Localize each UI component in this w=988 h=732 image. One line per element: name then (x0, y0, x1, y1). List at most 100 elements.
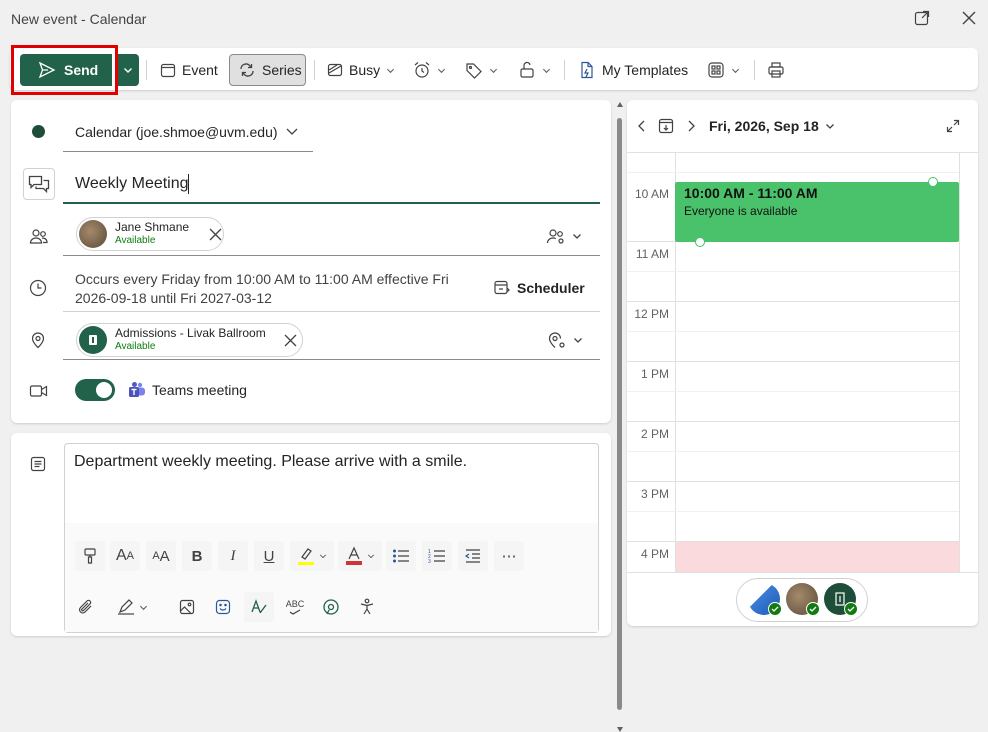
attendee-chip[interactable]: Jane Shmane Available (76, 217, 224, 251)
tag-icon (466, 63, 482, 79)
grid-line (627, 451, 959, 452)
document-lightning-icon (581, 61, 593, 79)
decrease-indent-icon[interactable] (458, 541, 488, 571)
my-templates-button[interactable]: My Templates (578, 54, 688, 86)
time-label: 12 PM (634, 307, 669, 321)
location-underline (63, 359, 600, 360)
font-size-icon[interactable]: AA (146, 541, 176, 571)
resize-handle-bottom[interactable] (695, 237, 705, 247)
attendees-underline (63, 255, 600, 256)
accessibility-icon[interactable] (352, 592, 382, 622)
event-button[interactable]: Event (160, 54, 218, 86)
print-button[interactable] (767, 54, 785, 86)
remove-icon[interactable] (209, 228, 222, 241)
scheduler-button[interactable]: Scheduler (493, 272, 585, 304)
repeat-icon (240, 63, 254, 77)
grid-line (627, 301, 959, 302)
chevron-down-icon (489, 68, 498, 73)
send-highlight-outline (11, 45, 118, 95)
location-pin-icon (31, 332, 45, 349)
expand-icon[interactable] (946, 119, 960, 133)
resize-handle-top[interactable] (928, 177, 938, 187)
grid-right-border (959, 153, 960, 572)
chevron-down-icon[interactable] (285, 126, 299, 138)
calendar-selector[interactable]: Calendar (joe.shmoe@uvm.edu) (75, 124, 278, 140)
printer-icon (768, 62, 784, 78)
more-options-icon[interactable]: ⋯ (494, 541, 524, 571)
location-name: Admissions - Livak Ballroom (115, 326, 266, 340)
recurrence-summary[interactable]: Occurs every Friday from 10:00 AM to 11:… (75, 270, 470, 308)
time-label: 10 AM (634, 187, 669, 201)
event-time: 10:00 AM - 11:00 AM (684, 185, 818, 201)
chevron-left-icon[interactable] (637, 120, 647, 132)
my-templates-label: My Templates (602, 62, 689, 78)
numbering-icon[interactable]: 123 (422, 541, 452, 571)
format-painter-icon[interactable] (75, 541, 105, 571)
toolbar-divider (754, 60, 755, 80)
chevron-down-icon (574, 338, 582, 343)
title-input[interactable]: Weekly Meeting (75, 175, 189, 193)
today-icon[interactable] (658, 118, 674, 134)
vertical-scrollbar[interactable] (615, 100, 625, 732)
toolbar-divider (564, 60, 565, 80)
body-text[interactable]: Department weekly meeting. Please arrive… (74, 453, 467, 471)
series-button[interactable]: Series (229, 54, 306, 86)
teams-meeting-label-group: Teams meeting (128, 374, 247, 406)
location-chip[interactable]: Admissions - Livak Ballroom Available (76, 323, 303, 357)
people-settings-icon (546, 229, 564, 244)
avatar (79, 220, 107, 248)
date-picker-button[interactable]: Fri, 2026, Sep 18 (709, 110, 835, 142)
proposed-event-block[interactable]: 10:00 AM - 11:00 AM Everyone is availabl… (675, 177, 959, 247)
italic-icon[interactable]: I (218, 541, 248, 571)
editor-icon[interactable] (244, 592, 274, 622)
busy-icon (327, 63, 343, 77)
categorize-dropdown[interactable] (465, 54, 498, 86)
title-bar (0, 0, 988, 40)
attach-icon[interactable] (71, 592, 101, 622)
underline-icon[interactable]: U (254, 541, 284, 571)
video-icon (29, 385, 48, 397)
teams-icon (129, 382, 145, 397)
remove-icon[interactable] (284, 334, 297, 347)
chevron-right-icon[interactable] (686, 120, 696, 132)
svg-text:3: 3 (428, 559, 431, 564)
grid-line (627, 172, 959, 173)
teams-toggle[interactable] (75, 379, 115, 401)
loop-component-icon[interactable] (316, 592, 346, 622)
busy-status-dropdown[interactable]: Busy (327, 54, 395, 86)
scheduler-icon (494, 280, 510, 295)
time-label: 2 PM (640, 427, 669, 441)
bold-icon[interactable]: B (182, 541, 212, 571)
toolbar-divider (314, 60, 315, 80)
current-date: Fri, 2026, Sep 18 (709, 118, 819, 134)
font-icon[interactable]: AA (110, 541, 140, 571)
close-icon[interactable] (959, 8, 979, 28)
time-label: 11 AM (635, 247, 669, 261)
apps-grid-icon (708, 62, 724, 78)
chevron-down-icon (825, 124, 834, 129)
send-options-dropdown[interactable] (116, 54, 139, 86)
emoji-icon[interactable] (208, 592, 238, 622)
grid-line (627, 331, 959, 332)
reminder-dropdown[interactable] (413, 54, 446, 86)
available-check-icon (806, 602, 820, 616)
chat-icon[interactable] (23, 168, 55, 200)
calendar-icon (160, 63, 176, 78)
attendee-options-button[interactable] (546, 227, 582, 245)
calendar-footer-divider (627, 572, 978, 573)
location-options-button[interactable] (547, 331, 583, 349)
signature-icon[interactable] (98, 592, 166, 622)
event-availability: Everyone is available (684, 204, 798, 218)
highlight-icon[interactable] (290, 541, 334, 571)
event-label: Event (182, 62, 218, 78)
insert-image-icon[interactable] (172, 592, 202, 622)
apps-dropdown[interactable] (707, 54, 740, 86)
people-icon (29, 229, 48, 244)
spelling-icon[interactable]: ABC (280, 592, 310, 622)
private-lock-dropdown[interactable] (518, 54, 551, 86)
bullets-icon[interactable] (386, 541, 416, 571)
font-color-icon[interactable] (338, 541, 382, 571)
clock-icon (29, 279, 47, 297)
pop-out-icon[interactable] (912, 8, 932, 28)
chevron-down-icon (123, 68, 132, 73)
